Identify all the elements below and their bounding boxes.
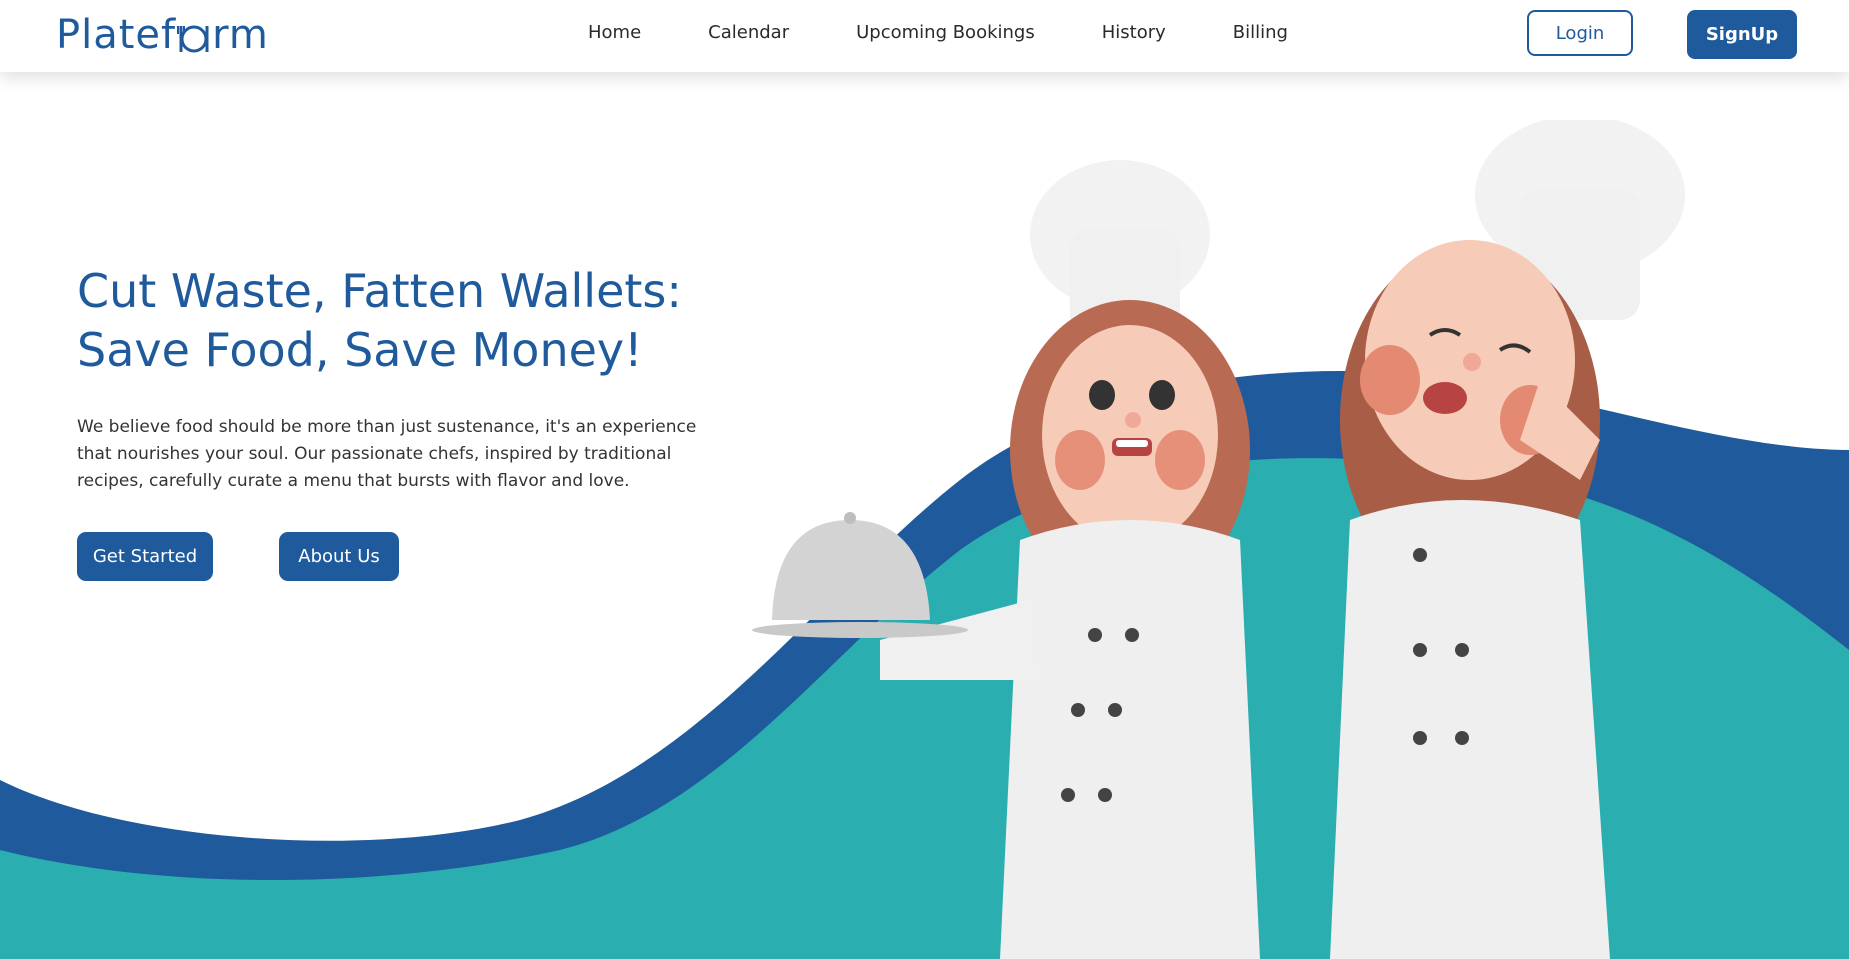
nav-upcoming-bookings[interactable]: Upcoming Bookings	[856, 22, 1035, 43]
nav-home[interactable]: Home	[588, 22, 641, 43]
chef-right	[1330, 120, 1685, 959]
cloche-icon	[772, 512, 930, 620]
hero-title: Cut Waste, Fatten Wallets: Save Food, Sa…	[77, 262, 777, 380]
get-started-button[interactable]: Get Started	[77, 532, 213, 581]
hero-title-line-1: Cut Waste, Fatten Wallets:	[77, 264, 682, 318]
logo-text-start: Platef	[56, 12, 177, 58]
nav-history[interactable]: History	[1102, 22, 1166, 43]
fork-knife-icon	[177, 18, 211, 53]
top-navbar: Platef rm Home Calendar Upcoming Booking…	[0, 0, 1849, 72]
hero-description: We believe food should be more than just…	[77, 417, 697, 491]
brand-logo[interactable]: Platef rm	[56, 10, 269, 60]
landing-page: Platef rm Home Calendar Upcoming Booking…	[0, 0, 1849, 959]
login-button[interactable]: Login	[1527, 10, 1633, 56]
chefs-illustration	[752, 120, 1685, 959]
signup-button[interactable]: SignUp	[1687, 10, 1797, 59]
nav-calendar[interactable]: Calendar	[708, 22, 789, 43]
hero-title-line-2: Save Food, Save Money!	[77, 323, 643, 377]
nav-billing[interactable]: Billing	[1233, 22, 1288, 43]
logo-text-end: rm	[212, 12, 269, 58]
about-us-button[interactable]: About Us	[279, 532, 399, 581]
main-nav: Home Calendar Upcoming Bookings History …	[588, 22, 1355, 43]
